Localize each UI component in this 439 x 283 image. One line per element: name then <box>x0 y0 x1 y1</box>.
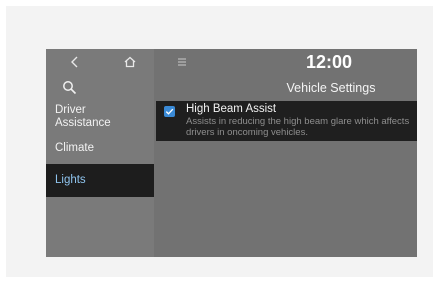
infotainment-screen: 12:00 Vehicle Settings Driver Assistance… <box>46 49 417 257</box>
photo-frame: 12:00 Vehicle Settings Driver Assistance… <box>6 6 433 277</box>
chevron-left-icon[interactable] <box>67 53 83 71</box>
sidebar-item-label: Climate <box>55 142 94 154</box>
clock: 12:00 <box>305 52 353 72</box>
top-bar: 12:00 <box>46 49 417 77</box>
high-beam-assist-checkbox[interactable] <box>164 106 175 117</box>
page-title: Vehicle Settings <box>286 81 376 95</box>
setting-title: High Beam Assist <box>186 103 277 115</box>
setting-high-beam-assist[interactable]: High Beam Assist Assists in reducing the… <box>156 101 417 141</box>
search-icon[interactable] <box>62 80 77 95</box>
checkmark-icon <box>165 108 174 115</box>
sidebar-item-climate[interactable]: Climate <box>46 142 154 162</box>
sidebar-item-label: Lights <box>55 174 86 186</box>
home-icon[interactable] <box>123 55 137 69</box>
sidebar-item-driver-assistance[interactable]: Driver Assistance <box>46 104 154 134</box>
menu-icon[interactable] <box>176 56 188 68</box>
setting-description: Assists in reducing the high beam glare … <box>186 116 410 138</box>
sidebar-item-label: Driver Assistance <box>55 104 111 129</box>
sidebar-item-lights[interactable]: Lights <box>46 164 154 197</box>
